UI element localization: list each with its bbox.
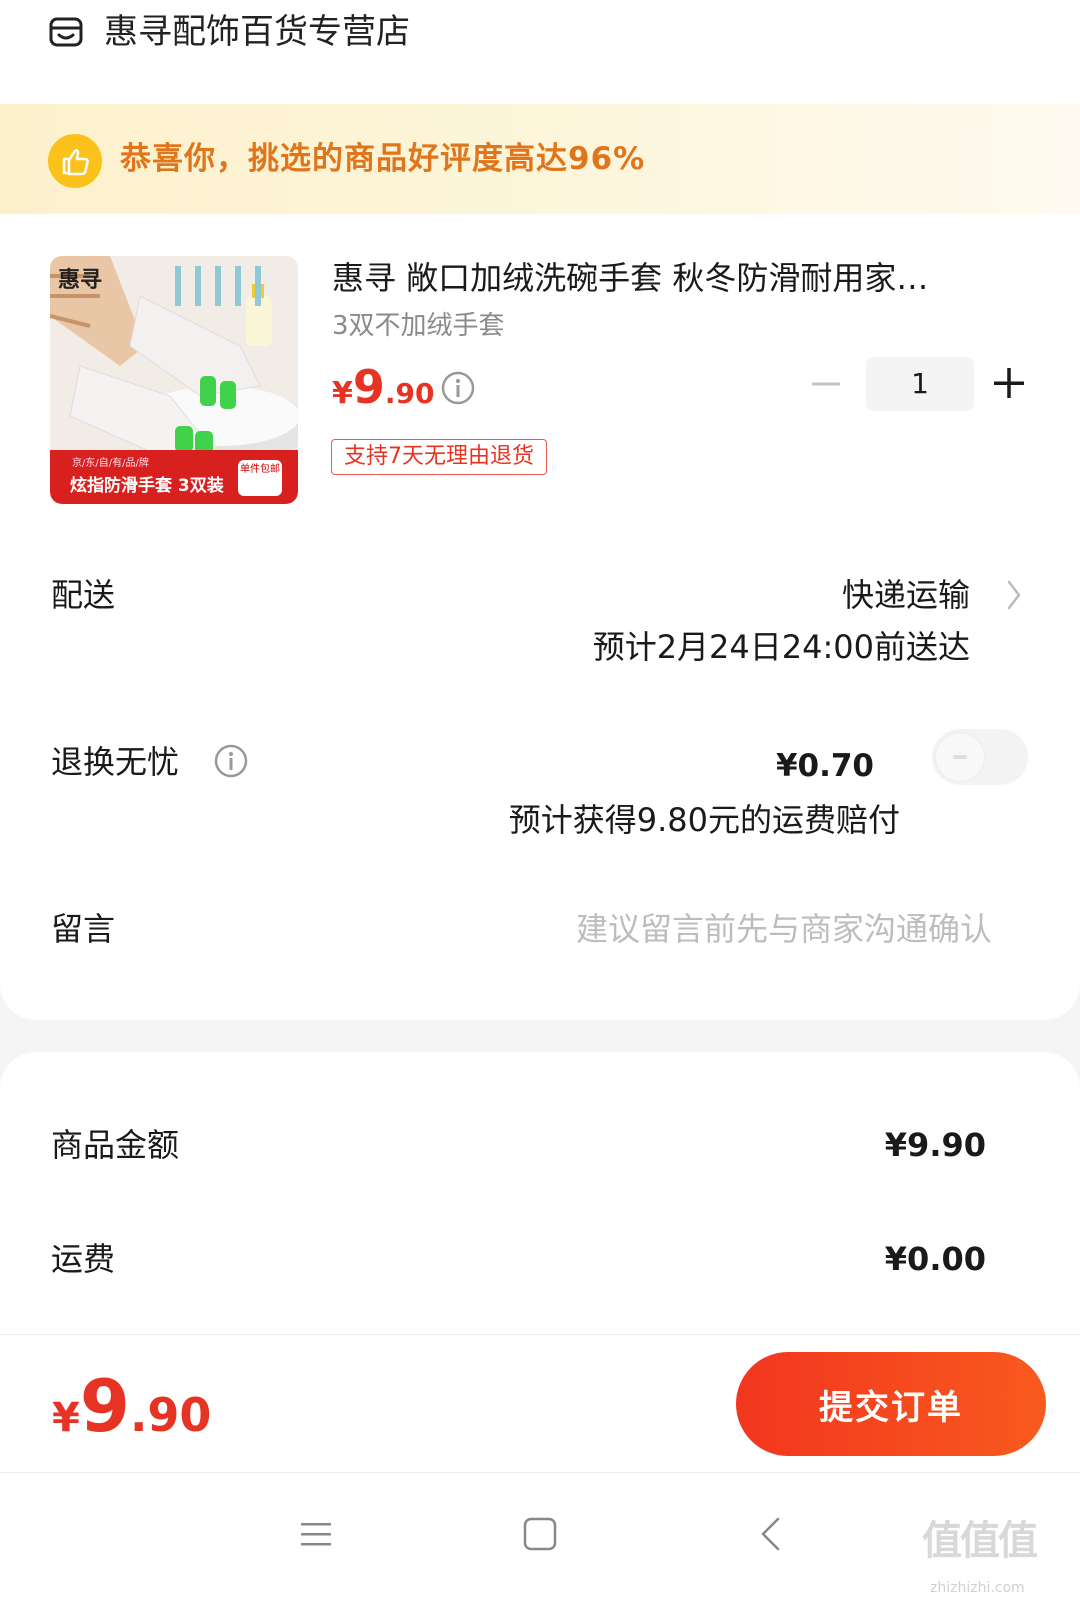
shop-header[interactable]: 惠寻配饰百货专营店 [0, 0, 1080, 104]
goods-amount-label: 商品金额 [51, 1126, 180, 1164]
return-insurance-toggle[interactable] [932, 729, 1028, 785]
total-price: ¥9.90 [52, 1364, 211, 1448]
store-icon [49, 17, 83, 47]
delivery-method[interactable]: 快递运输 [842, 572, 970, 618]
toggle-knob [936, 733, 984, 781]
message-input[interactable] [432, 906, 992, 952]
goods-amount-value: ¥9.90 [884, 1126, 986, 1164]
quantity-decrease-button[interactable] [810, 368, 842, 400]
product-price: ¥9.90 [332, 360, 435, 414]
menu-icon[interactable] [300, 1518, 332, 1550]
return-info-icon[interactable] [213, 743, 249, 779]
quantity-increase-button[interactable] [992, 366, 1026, 400]
watermark-logo: 值值值 [922, 1518, 1038, 1564]
price-decimal: .90 [384, 377, 435, 410]
total-integer: 9 [79, 1364, 130, 1448]
thumb-tag: 单件包邮 [238, 460, 282, 496]
product-title[interactable]: 惠寻 敞口加绒洗碗手套 秋冬防滑耐用家… [332, 254, 1012, 302]
product-variant[interactable]: 3双不加绒手套 [332, 306, 505, 346]
shipping-fee-label: 运费 [51, 1240, 116, 1278]
return-insurance-label: 退换无忧 [51, 743, 180, 781]
rating-banner: 恭喜你，挑选的商品好评度高达96% [0, 104, 1080, 214]
price-currency: ¥ [332, 376, 353, 411]
home-icon[interactable] [522, 1516, 558, 1552]
banner-text: 恭喜你，挑选的商品好评度高达96% [120, 141, 646, 177]
delivery-eta: 预计2月24日24:00前送达 [592, 628, 970, 666]
return-insurance-price: ¥0.70 [775, 748, 874, 784]
thumb-label-small: 京/东/自/有/品/牌 [72, 458, 149, 469]
product-image[interactable]: 惠寻 京/东/自/有/品/牌 炫指防滑手套 3双装 单件包邮 [50, 256, 298, 504]
watermark-url: zhizhizhi.com [930, 1580, 1025, 1596]
shipping-fee-value: ¥0.00 [884, 1240, 986, 1278]
thumb-brand: 惠寻 [58, 268, 103, 293]
thumb-label: 炫指防滑手套 3双装 [70, 476, 224, 496]
chevron-right-icon[interactable] [1004, 578, 1024, 612]
total-currency: ¥ [52, 1395, 80, 1441]
price-integer: 9 [352, 360, 385, 414]
thumbs-up-icon [48, 134, 102, 188]
shop-name[interactable]: 惠寻配饰百货专营店 [104, 8, 410, 56]
thumb-label-band: 京/东/自/有/品/牌 炫指防滑手套 3双装 单件包邮 [50, 450, 298, 504]
order-summary-card [0, 1052, 1080, 1342]
submit-order-button[interactable]: 提交订单 [736, 1352, 1046, 1456]
price-info-icon[interactable] [440, 370, 476, 406]
message-label: 留言 [51, 910, 116, 948]
return-insurance-note: 预计获得9.80元的运费赔付 [508, 801, 900, 839]
back-icon[interactable] [758, 1516, 782, 1552]
quantity-input[interactable]: 1 [866, 357, 974, 411]
return-policy-tag: 支持7天无理由退货 [331, 439, 547, 475]
delivery-label: 配送 [51, 576, 116, 614]
total-decimal: .90 [129, 1388, 212, 1442]
